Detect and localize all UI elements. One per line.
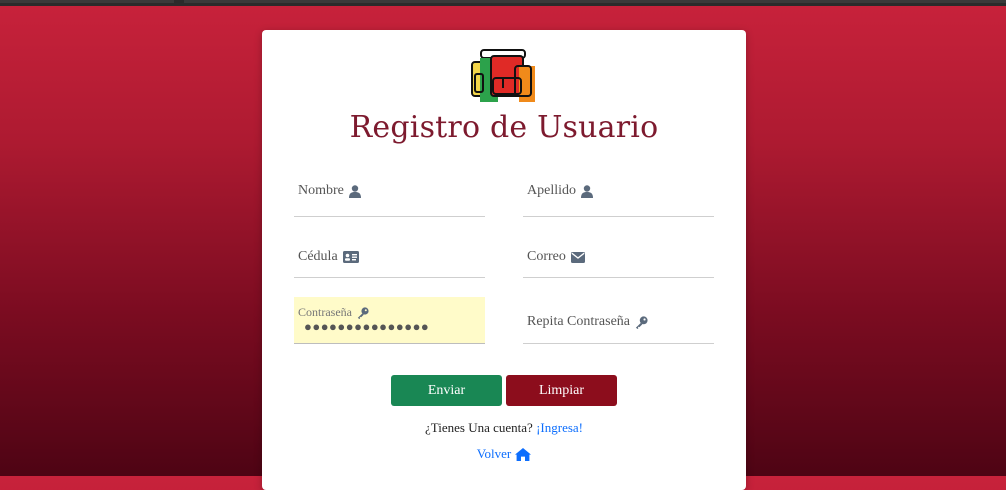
back-link[interactable]: Volver (476, 446, 532, 462)
repeat-password-label: Repita Contraseña (527, 314, 631, 329)
back-row: Volver (262, 446, 746, 462)
cedula-label: Cédula (298, 249, 338, 264)
password-value: ●●●●●●●●●●●●●●● (304, 319, 430, 334)
page-title: Registro de Usuario (349, 110, 659, 145)
password-field[interactable]: Contraseña ●●●●●●●●●●●●●●● (294, 297, 485, 344)
password-label: Contraseña (298, 305, 352, 319)
user-icon (348, 184, 361, 198)
clear-button[interactable]: Limpiar (506, 375, 617, 406)
apellido-field[interactable]: Apellido (523, 170, 714, 217)
backpack-logo (471, 49, 535, 102)
id-card-icon (342, 251, 359, 263)
back-link-label: Volver (476, 446, 512, 461)
nombre-label: Nombre (298, 183, 344, 198)
registration-card: Registro de Usuario Nombre Apellido Cédu… (262, 30, 746, 490)
account-prompt-row: ¿Tienes Una cuenta? ¡Ingresa! (262, 420, 746, 436)
repeat-password-field[interactable]: Repita Contraseña (523, 297, 714, 344)
key-icon (357, 306, 369, 319)
user-icon (581, 184, 593, 198)
send-button[interactable]: Enviar (391, 375, 502, 406)
home-icon (515, 447, 532, 461)
account-prompt: ¿Tienes Una cuenta? (425, 420, 533, 435)
nombre-field[interactable]: Nombre (294, 170, 485, 217)
key-icon (635, 315, 648, 329)
login-link[interactable]: ¡Ingresa! (536, 420, 583, 435)
apellido-label: Apellido (527, 183, 576, 198)
browser-top-bar (0, 0, 1006, 6)
correo-field[interactable]: Correo (523, 231, 714, 278)
correo-label: Correo (527, 249, 566, 264)
envelope-icon (570, 251, 585, 263)
cedula-field[interactable]: Cédula (294, 231, 485, 278)
